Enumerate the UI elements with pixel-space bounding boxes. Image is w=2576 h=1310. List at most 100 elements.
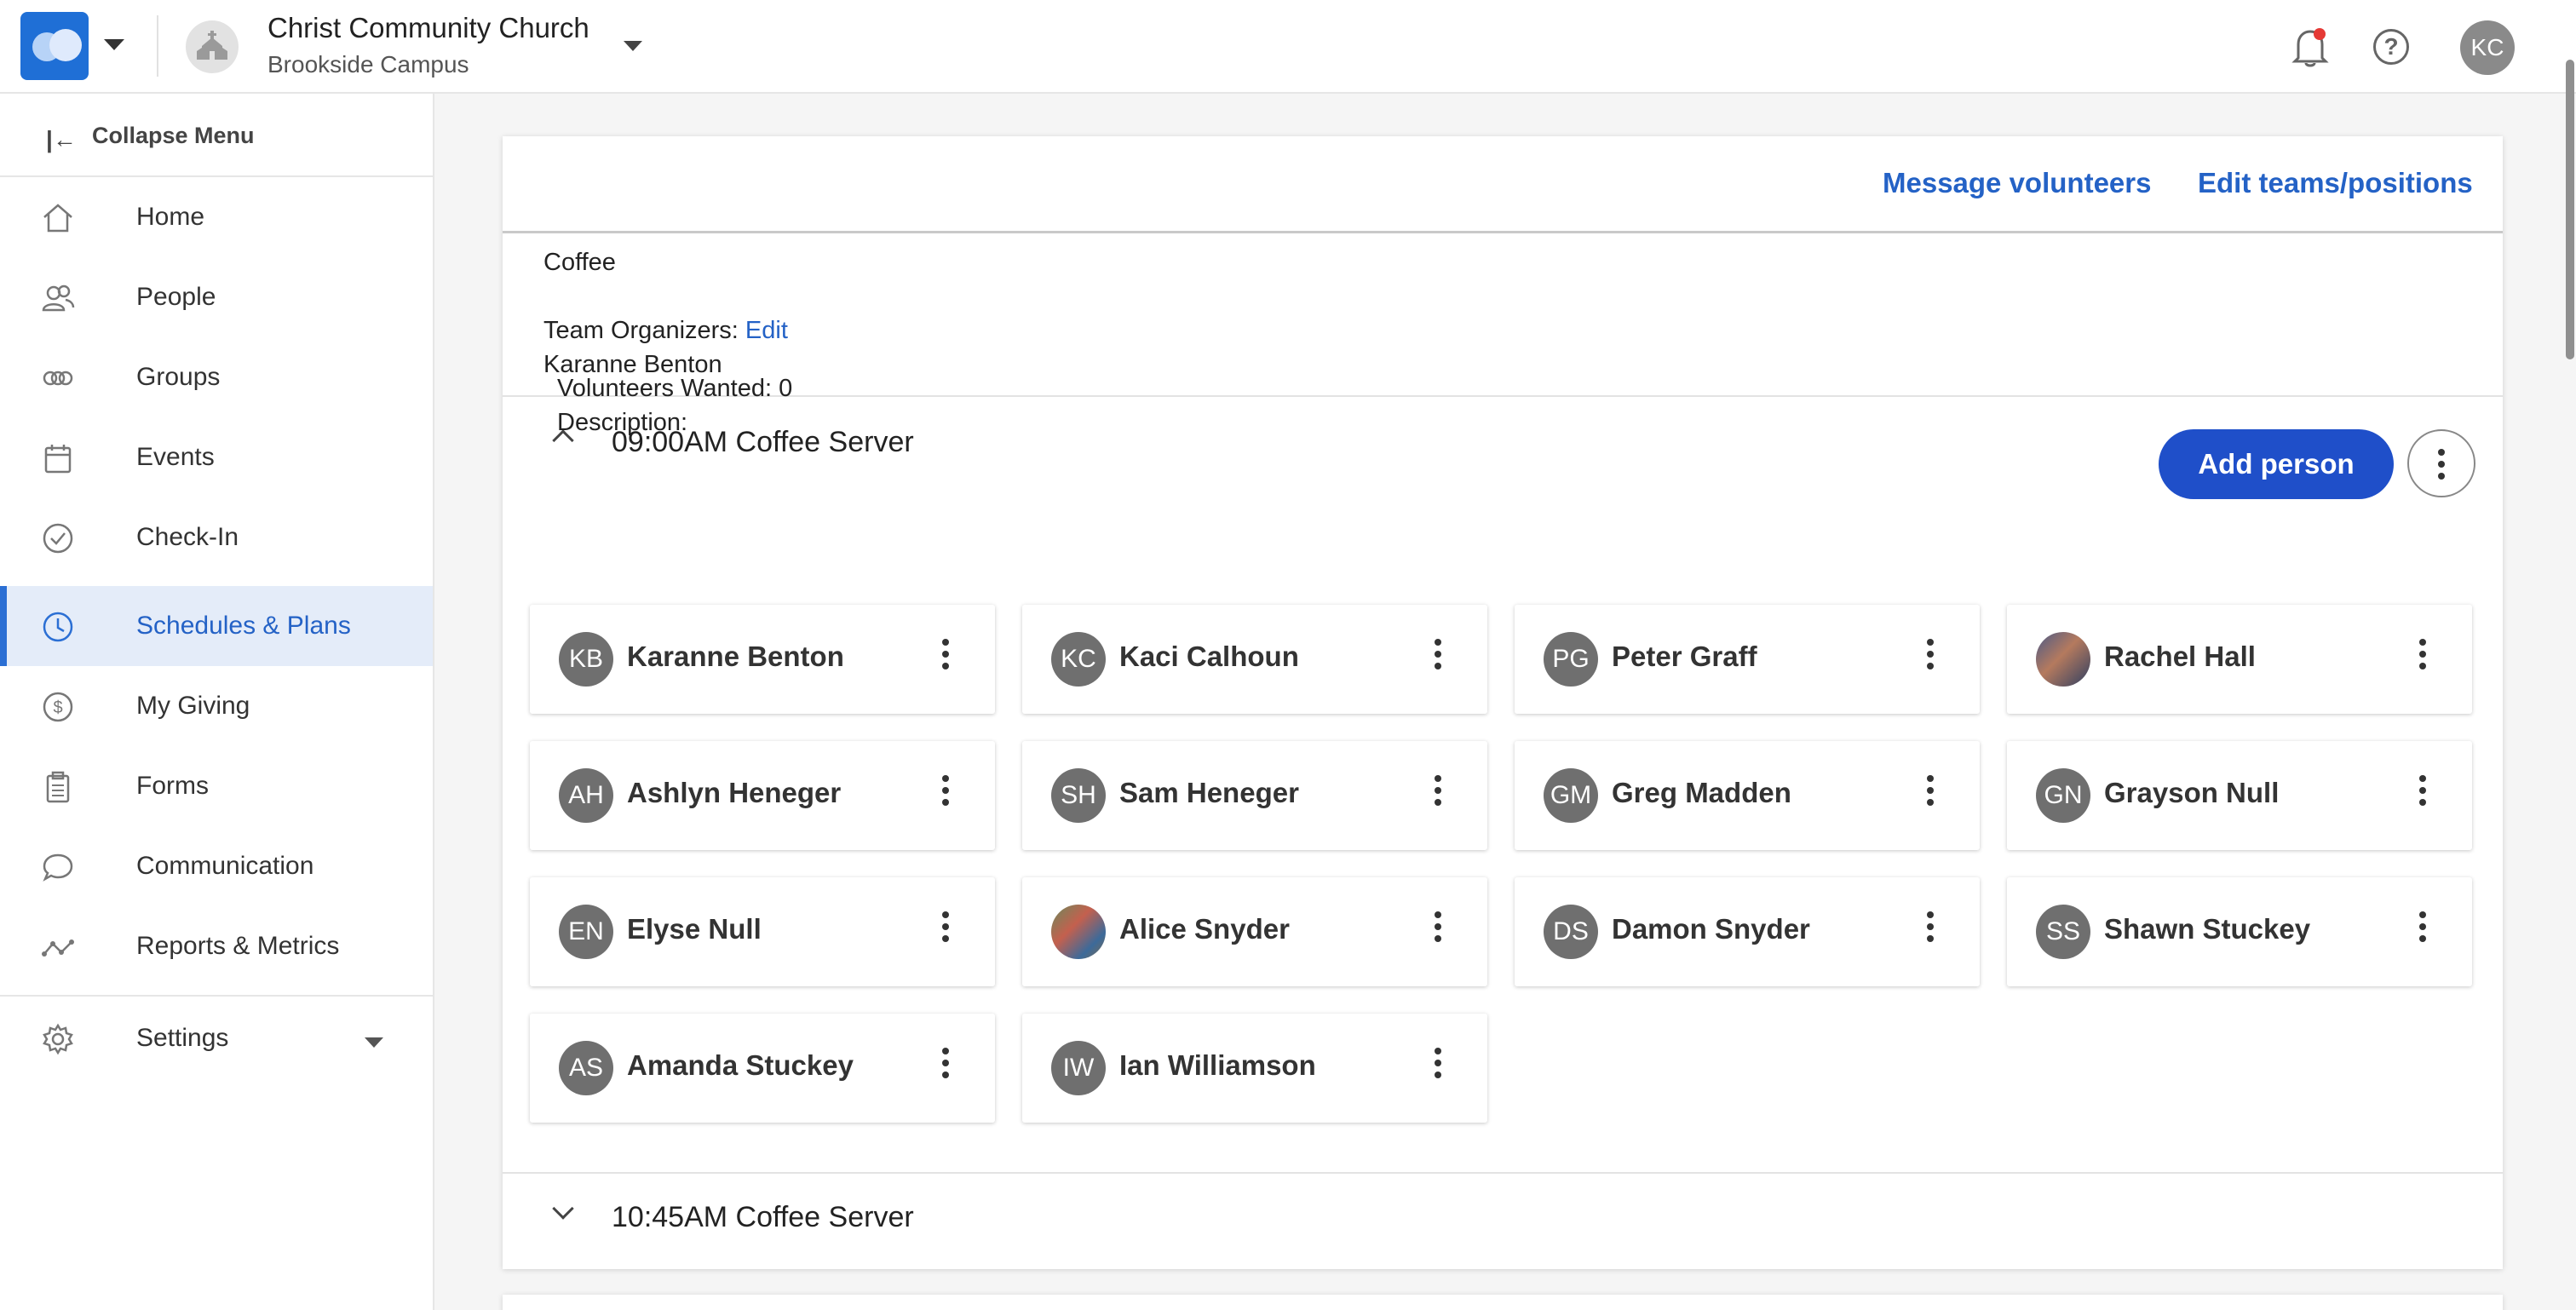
volunteer-name: Peter Graff [1612, 641, 1757, 672]
more-vertical-icon[interactable] [1927, 775, 1934, 806]
avatar: DS [1544, 905, 1598, 959]
volunteer-name: Sam Heneger [1119, 777, 1299, 808]
clock-icon [43, 612, 73, 642]
volunteer-name: Elyse Null [627, 913, 762, 945]
sidebar-item-home[interactable]: Home [0, 177, 433, 257]
sidebar-item-label: Groups [136, 363, 221, 391]
volunteer-card[interactable]: Rachel Hall [2007, 605, 2472, 714]
scrollbar[interactable] [2566, 60, 2574, 359]
campus-name[interactable]: Brookside Campus [267, 51, 469, 78]
divider [157, 15, 158, 77]
volunteer-card[interactable]: GN Grayson Null [2007, 741, 2472, 850]
sidebar-item-label: Settings [136, 1024, 229, 1052]
more-vertical-icon[interactable] [2419, 639, 2426, 669]
sidebar-item-label: My Giving [136, 692, 250, 720]
avatar-photo [1051, 905, 1106, 959]
avatar: GN [2036, 768, 2090, 823]
sidebar-item-label: Communication [136, 852, 314, 880]
divider [0, 995, 433, 997]
sidebar-item-reports-metrics[interactable]: Reports & Metrics [0, 906, 433, 986]
volunteer-card[interactable]: Alice Snyder [1022, 877, 1487, 986]
clipboard-icon [46, 771, 70, 803]
volunteer-card[interactable]: KB Karanne Benton [530, 605, 995, 714]
position-title[interactable]: 10:45AM Coffee Server [612, 1201, 914, 1234]
volunteer-card[interactable]: GM Greg Madden [1515, 741, 1980, 850]
more-vertical-icon[interactable] [1435, 775, 1441, 806]
check-circle-icon [43, 523, 73, 554]
team-name: Coffee [543, 249, 616, 276]
sidebar-item-label: Forms [136, 772, 209, 800]
app-switcher-caret-icon[interactable] [104, 39, 124, 50]
volunteer-name: Karanne Benton [627, 641, 844, 672]
more-vertical-icon [2438, 449, 2445, 480]
more-vertical-icon[interactable] [1927, 911, 1934, 942]
sidebar-item-label: Schedules & Plans [136, 612, 351, 640]
collapse-menu-label: Collapse Menu [92, 123, 255, 148]
edit-teams-positions-button[interactable]: Edit teams/positions [2198, 167, 2473, 199]
next-team-card [503, 1295, 2503, 1310]
sidebar-item-communication[interactable]: Communication [0, 826, 433, 906]
volunteer-name: Alice Snyder [1119, 913, 1290, 945]
chart-line-icon [42, 939, 74, 957]
notification-bell-icon[interactable] [2291, 26, 2329, 68]
volunteer-card[interactable]: PG Peter Graff [1515, 605, 1980, 714]
help-icon[interactable]: ? [2373, 29, 2409, 65]
collapse-menu-button[interactable]: |← Collapse Menu [0, 94, 433, 177]
avatar: SH [1051, 768, 1106, 823]
position-description: Description: [557, 409, 688, 436]
user-avatar[interactable]: KC [2460, 20, 2515, 75]
message-volunteers-button[interactable]: Message volunteers [1883, 167, 2151, 199]
sidebar-item-check-in[interactable]: Check-In [0, 497, 433, 577]
team-organizers: Team Organizers: Edit [543, 317, 788, 345]
volunteer-card[interactable]: AH Ashlyn Heneger [530, 741, 995, 850]
org-name[interactable]: Christ Community Church [267, 12, 589, 44]
volunteer-card[interactable]: SS Shawn Stuckey [2007, 877, 2472, 986]
chevron-down-icon [365, 1037, 383, 1048]
more-vertical-icon[interactable] [1927, 639, 1934, 669]
volunteer-card[interactable]: AS Amanda Stuckey [530, 1014, 995, 1123]
more-vertical-icon[interactable] [1435, 911, 1441, 942]
more-vertical-icon[interactable] [2419, 911, 2426, 942]
avatar: GM [1544, 768, 1598, 823]
sidebar: |← Collapse Menu Home People Groups Even… [0, 94, 434, 1310]
more-vertical-icon[interactable] [942, 911, 949, 942]
collapse-icon: |← [46, 126, 77, 152]
top-bar: Christ Community Church Brookside Campus… [0, 0, 2576, 94]
volunteers-wanted: Volunteers Wanted: 0 [557, 375, 793, 402]
sidebar-item-groups[interactable]: Groups [0, 337, 433, 417]
chevron-down-icon[interactable] [552, 1198, 574, 1220]
volunteer-card[interactable]: DS Damon Snyder [1515, 877, 1980, 986]
sidebar-item-forms[interactable]: Forms [0, 746, 433, 826]
sidebar-item-my-giving[interactable]: $ My Giving [0, 666, 433, 746]
sidebar-item-label: Home [136, 203, 205, 231]
team-organizers-label: Team Organizers: [543, 317, 739, 344]
groups-icon [43, 371, 73, 386]
sidebar-item-events[interactable]: Events [0, 417, 433, 497]
church-avatar[interactable] [186, 20, 239, 73]
position-more-button[interactable] [2407, 429, 2475, 497]
app-logo[interactable] [20, 12, 89, 80]
volunteer-card[interactable]: KC Kaci Calhoun [1022, 605, 1487, 714]
volunteer-card[interactable]: EN Elyse Null [530, 877, 995, 986]
more-vertical-icon[interactable] [1435, 1048, 1441, 1078]
edit-organizers-link[interactable]: Edit [745, 317, 788, 344]
more-vertical-icon[interactable] [2419, 775, 2426, 806]
avatar: KC [1051, 632, 1106, 687]
add-person-button[interactable]: Add person [2159, 429, 2394, 499]
gear-icon [43, 1023, 73, 1055]
divider [503, 1172, 2503, 1174]
more-vertical-icon[interactable] [1435, 639, 1441, 669]
sidebar-item-people[interactable]: People [0, 257, 433, 337]
sidebar-item-schedules-plans[interactable]: Schedules & Plans [0, 586, 433, 666]
org-switcher-caret-icon[interactable] [624, 41, 642, 51]
team-card: Message volunteers Edit teams/positions … [503, 136, 2503, 1269]
more-vertical-icon[interactable] [942, 639, 949, 669]
more-vertical-icon[interactable] [942, 775, 949, 806]
volunteer-name: Rachel Hall [2104, 641, 2256, 672]
avatar: IW [1051, 1041, 1106, 1095]
more-vertical-icon[interactable] [942, 1048, 949, 1078]
sidebar-item-settings[interactable]: Settings [0, 998, 433, 1078]
volunteer-card[interactable]: SH Sam Heneger [1022, 741, 1487, 850]
avatar: AH [559, 768, 613, 823]
volunteer-card[interactable]: IW Ian Williamson [1022, 1014, 1487, 1123]
